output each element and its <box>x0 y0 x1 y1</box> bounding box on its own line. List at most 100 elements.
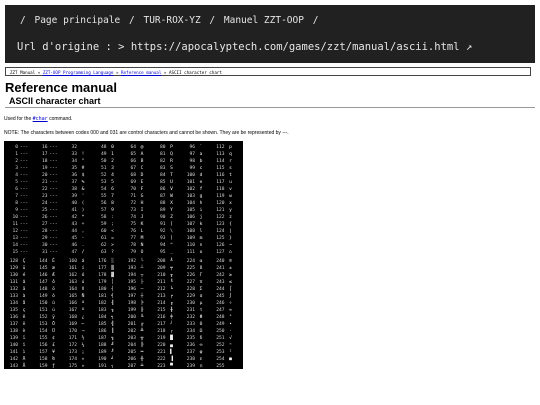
ascii-cell: 114 r <box>212 158 237 165</box>
ascii-cell: 252 ⁿ <box>212 342 237 349</box>
breadcrumb-link-language[interactable]: ZZT-OOP Programming Language <box>43 70 114 75</box>
link-home[interactable]: Page principale <box>34 15 120 26</box>
ascii-code: 183 <box>98 308 107 313</box>
ascii-code: 103 <box>186 194 195 199</box>
ascii-glyph: ╩ <box>140 329 144 334</box>
ascii-cell: 88 X <box>153 200 178 207</box>
breadcrumb: ZZT Manual » ZZT-OOP Programming Languag… <box>5 67 531 76</box>
ascii-cell: 234 Ω <box>182 328 207 335</box>
link-site[interactable]: TUR-ROX-YZ <box>143 15 200 26</box>
ascii-cell: 27 --- <box>35 221 60 228</box>
usage-prefix: Used for the <box>4 116 32 122</box>
ascii-code: 203 <box>127 336 136 341</box>
ascii-glyph: x <box>229 201 232 206</box>
ascii-glyph: R <box>170 159 173 164</box>
ascii-code: 96 <box>189 145 195 150</box>
ascii-code: 171 <box>68 336 77 341</box>
origin-url-link[interactable]: https://apocalyptech.com/games/zzt/manua… <box>131 41 460 53</box>
ascii-glyph: S <box>170 166 173 171</box>
ascii-code: 108 <box>186 229 195 234</box>
ascii-cell: 6 --- <box>5 186 30 193</box>
ascii-glyph: --- <box>49 201 58 206</box>
ascii-glyph: --- <box>19 173 29 178</box>
link-manual[interactable]: Manuel ZZT-OOP <box>224 15 304 26</box>
ascii-code: 79 <box>130 250 136 255</box>
ascii-glyph: █ <box>170 336 173 341</box>
ascii-code: 25 <box>41 208 48 213</box>
ascii-glyph: D <box>140 173 144 178</box>
ascii-glyph: 1 <box>111 152 114 157</box>
ascii-cell: 228 Σ <box>182 286 207 293</box>
ascii-cell: 47 / <box>64 249 89 256</box>
ascii-code: 98 <box>189 159 195 164</box>
ascii-cell: 204 ╠ <box>123 342 148 349</box>
ascii-cell: 120 x <box>212 200 237 207</box>
origin-url-row: Url d'origine : > https://apocalyptech.c… <box>17 41 472 53</box>
ascii-cell: 180 ┤ <box>94 286 119 293</box>
ascii-code: 92 <box>159 229 166 234</box>
ascii-cell: 55 7 <box>94 193 119 200</box>
ascii-glyph: ç <box>22 308 26 313</box>
breadcrumb-link-reference[interactable]: Reference manual <box>121 70 161 75</box>
ascii-code: 153 <box>39 322 48 327</box>
ascii-cell: 119 w <box>212 193 237 200</box>
ascii-code: 134 <box>9 301 18 306</box>
site-path: / Page principale / TUR-ROX-YZ / Manuel … <box>17 15 321 26</box>
ascii-row: 143 Å 159 ƒ 175 » 191 ┐ 207 ╧ 223 ▀ 239 ∩ 255 <box>4 363 243 370</box>
ascii-glyph: ▌ <box>170 350 173 355</box>
ascii-code: 121 <box>216 208 225 213</box>
ascii-code: 145 <box>39 266 48 271</box>
ascii-cell: 247 ≈ <box>212 307 237 314</box>
breadcrumb-current: ASCII character chart <box>168 70 222 75</box>
ascii-glyph: Z <box>170 215 173 220</box>
ascii-glyph: --- <box>19 236 29 241</box>
ascii-code: 12 <box>12 229 18 234</box>
ascii-code: 220 <box>157 343 166 348</box>
ascii-glyph: ╖ <box>111 308 114 313</box>
ascii-row: 138 è 154 Ü 170 ¬ 186 ║ 202 ╩ 218 ┌ 234 Ω 250 · <box>4 328 243 335</box>
ascii-cell: 50 2 <box>94 158 119 165</box>
ascii-glyph: ╔ <box>140 322 144 327</box>
ascii-code: 119 <box>216 194 225 199</box>
ascii-glyph: ≥ <box>229 273 232 278</box>
ascii-cell: 193 ┴ <box>123 265 148 272</box>
ascii-cell: 115 s <box>212 165 237 172</box>
ascii-cell: 246 ÷ <box>212 300 237 307</box>
ascii-code: 234 <box>186 329 195 334</box>
usage-suffix: command. <box>49 116 73 122</box>
ascii-code: 218 <box>157 329 166 334</box>
ascii-code: 109 <box>186 236 195 241</box>
ascii-glyph: n <box>199 243 203 248</box>
ascii-glyph: 0 <box>111 145 114 150</box>
ascii-cell: 116 t <box>212 172 237 179</box>
ascii-row: 1 --- 17 --- 33! 49 1 65 A 81 Q 97 a 113 q <box>4 151 243 158</box>
ascii-glyph: ┼ <box>140 294 144 299</box>
ascii-code: 125 <box>216 236 225 241</box>
ascii-code: 16 <box>41 145 48 150</box>
ascii-cell: 249 ∙ <box>212 321 237 328</box>
ascii-code: 85 <box>159 180 166 185</box>
ascii-glyph: ∩ <box>199 364 203 369</box>
ascii-cell: 131 â <box>5 279 30 286</box>
ascii-cell: 37% <box>64 179 89 186</box>
ascii-code: 252 <box>216 343 225 348</box>
ascii-glyph: ² <box>229 350 232 355</box>
ascii-code: 181 <box>98 294 107 299</box>
ascii-code: 87 <box>159 194 166 199</box>
external-link-icon[interactable]: ↗ <box>466 41 472 53</box>
ascii-glyph: └ <box>140 259 144 264</box>
ascii-glyph: ║ <box>111 329 114 334</box>
ascii-glyph: : <box>111 215 114 220</box>
ascii-code: 8 <box>15 201 18 206</box>
ascii-glyph: ƒ <box>52 364 55 369</box>
ascii-code: 93 <box>159 236 166 241</box>
ascii-code: 29 <box>41 236 48 241</box>
ascii-cell: 85 U <box>153 179 178 186</box>
ascii-cell: 183 ╖ <box>94 307 119 314</box>
ascii-cell: 218 ┌ <box>153 328 178 335</box>
ascii-code: 22 <box>41 187 48 192</box>
char-command-link[interactable]: #char <box>33 116 48 122</box>
ascii-code: 52 <box>100 173 107 178</box>
ascii-glyph: î <box>22 343 26 348</box>
ascii-glyph: ` <box>199 145 203 150</box>
